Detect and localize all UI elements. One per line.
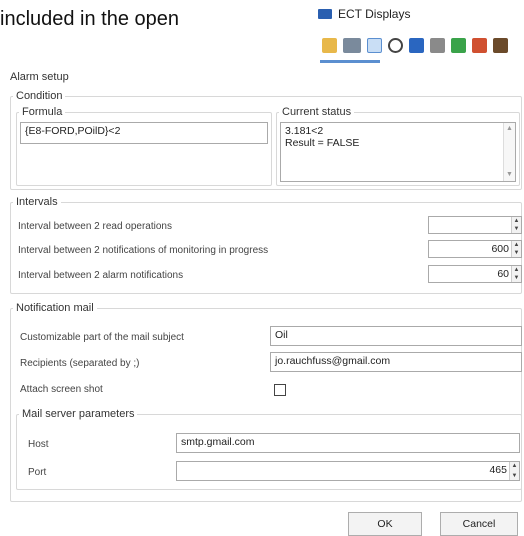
dialog-title: Alarm setup	[10, 71, 69, 83]
app-window-title: ECT Displays	[318, 7, 410, 21]
status-scrollbar[interactable]: ▲ ▼	[503, 123, 515, 181]
recipients-input[interactable]: jo.rauchfuss@gmail.com	[270, 352, 522, 372]
monitoring-interval-input[interactable]: 600 ▲ ▼	[428, 240, 522, 258]
formula-input[interactable]: {E8-FORD,POilD}<2	[20, 122, 268, 144]
document-text: included in the open	[0, 8, 180, 30]
alarm-interval-label: Interval between 2 alarm notifications	[18, 270, 184, 281]
port-input[interactable]: 465 ▲ ▼	[176, 461, 520, 481]
recipients-label: Recipients (separated by ;)	[20, 358, 140, 369]
brown-tool-icon[interactable]	[493, 37, 508, 53]
mail-server-legend: Mail server parameters	[22, 408, 135, 420]
mail-subject-label: Customizable part of the mail subject	[20, 332, 184, 343]
print-icon[interactable]	[430, 37, 445, 53]
read-interval-label: Interval between 2 read operations	[18, 221, 172, 232]
clock-icon[interactable]	[388, 37, 403, 53]
mail-subject-input[interactable]: Oil	[270, 326, 522, 346]
alarm-interval-spinner[interactable]: ▲ ▼	[511, 266, 521, 282]
formula-label: Formula	[22, 106, 63, 118]
status-expression: 3.181<2	[285, 125, 324, 137]
toolbar	[318, 32, 524, 58]
port-label: Port	[28, 467, 47, 478]
cancel-button[interactable]: Cancel	[440, 512, 518, 536]
attach-screenshot-label: Attach screen shot	[20, 384, 103, 395]
alarm-interval-value: 60	[497, 268, 509, 280]
port-value: 465	[489, 464, 507, 476]
formula-group: Formula	[16, 106, 272, 186]
ok-button[interactable]: OK	[348, 512, 422, 536]
current-status-box[interactable]: 3.181<2 Result = FALSE ▲ ▼	[280, 122, 516, 182]
port-spinner[interactable]: ▲ ▼	[509, 462, 519, 480]
monitoring-interval-value: 600	[491, 243, 509, 255]
status-label: Current status	[282, 106, 352, 118]
selected-display-icon[interactable]	[367, 37, 382, 53]
attach-screenshot-checkbox[interactable]	[274, 384, 286, 396]
host-input[interactable]: smtp.gmail.com	[176, 433, 520, 453]
green-chart-icon[interactable]	[451, 37, 466, 53]
lock-icon[interactable]	[472, 37, 487, 53]
app-icon	[318, 9, 332, 19]
open-folder-icon[interactable]	[322, 37, 337, 53]
notification-mail-legend: Notification mail	[16, 302, 94, 314]
intervals-legend: Intervals	[16, 196, 58, 208]
app-title-label: ECT Displays	[338, 7, 411, 21]
alarm-setup-dialog: Alarm setup Condition Formula {E8-FORD,P…	[8, 66, 524, 536]
new-document-icon[interactable]	[343, 37, 361, 53]
condition-legend: Condition	[16, 90, 63, 102]
read-interval-spinner[interactable]: ▲ ▼	[511, 217, 521, 233]
monitoring-interval-label: Interval between 2 notifications of moni…	[18, 245, 269, 256]
monitoring-interval-spinner[interactable]: ▲ ▼	[511, 241, 521, 257]
read-interval-input[interactable]: ▲ ▼	[428, 216, 522, 234]
toolbar-active-indicator	[320, 60, 380, 63]
alarm-interval-input[interactable]: 60 ▲ ▼	[428, 265, 522, 283]
host-label: Host	[28, 439, 49, 450]
blue-book-icon[interactable]	[409, 37, 424, 53]
status-result: Result = FALSE	[285, 137, 360, 149]
